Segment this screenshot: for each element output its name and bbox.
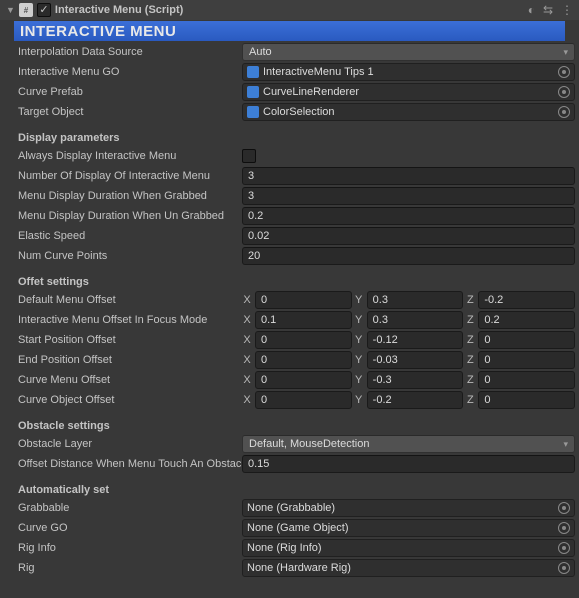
start-offset-x[interactable]: 0 (255, 331, 352, 349)
curve-prefab-field[interactable]: CurveLineRenderer (242, 83, 575, 101)
object-picker-icon[interactable] (558, 522, 570, 534)
curve-obj-offset-y[interactable]: -0.2 (367, 391, 464, 409)
curve-menu-offset-y[interactable]: -0.3 (367, 371, 464, 389)
always-display-checkbox[interactable] (242, 149, 256, 163)
curve-prefab-label: Curve Prefab (18, 86, 242, 98)
object-picker-icon[interactable] (558, 86, 570, 98)
layer-dropdown[interactable]: Default, MouseDetection (242, 435, 575, 453)
script-icon: # (19, 3, 33, 17)
target-object-label: Target Object (18, 106, 242, 118)
default-offset-y[interactable]: 0.3 (367, 291, 464, 309)
dur-ungrabbed-input[interactable]: 0.2 (242, 207, 575, 225)
object-picker-icon[interactable] (558, 502, 570, 514)
start-offset-label: Start Position Offset (18, 334, 242, 346)
foldout-toggle[interactable]: ▼ (6, 5, 15, 15)
title-banner: INTERACTIVE MENU (14, 21, 565, 41)
x-label: X (242, 294, 252, 306)
rig-info-label: Rig Info (18, 542, 242, 554)
rig-label: Rig (18, 562, 242, 574)
start-offset-y[interactable]: -0.12 (367, 331, 464, 349)
interpolation-dropdown[interactable]: Auto (242, 43, 575, 61)
target-object-field[interactable]: ColorSelection (242, 103, 575, 121)
component-title: Interactive Menu (Script) (55, 4, 524, 16)
focus-offset-label: Interactive Menu Offset In Focus Mode (18, 314, 242, 326)
gameobject-icon (247, 86, 259, 98)
dur-ungrabbed-label: Menu Display Duration When Un Grabbed (18, 210, 242, 222)
interpolation-label: Interpolation Data Source (18, 46, 242, 58)
grabbable-field[interactable]: None (Grabbable) (242, 499, 575, 517)
obstacle-section-header: Obstacle settings (4, 410, 575, 434)
object-picker-icon[interactable] (558, 66, 570, 78)
object-picker-icon[interactable] (558, 542, 570, 554)
curve-pts-input[interactable]: 20 (242, 247, 575, 265)
curve-menu-offset-z[interactable]: 0 (478, 371, 575, 389)
enable-checkbox[interactable] (37, 3, 51, 17)
component-header: ▼ # Interactive Menu (Script) ◐ ⇆ ⋮ (0, 0, 579, 20)
rig-field[interactable]: None (Hardware Rig) (242, 559, 575, 577)
object-picker-icon[interactable] (558, 106, 570, 118)
dur-grabbed-label: Menu Display Duration When Grabbed (18, 190, 242, 202)
curve-menu-offset-x[interactable]: 0 (255, 371, 352, 389)
menu-icon[interactable]: ⋮ (561, 3, 573, 17)
gameobject-icon (247, 66, 259, 78)
end-offset-x[interactable]: 0 (255, 351, 352, 369)
menu-go-field[interactable]: InteractiveMenu Tips 1 (242, 63, 575, 81)
always-display-label: Always Display Interactive Menu (18, 150, 242, 162)
elastic-input[interactable]: 0.02 (242, 227, 575, 245)
focus-offset-z[interactable]: 0.2 (478, 311, 575, 329)
curve-pts-label: Num Curve Points (18, 250, 242, 262)
menu-go-label: Interactive Menu GO (18, 66, 242, 78)
num-display-input[interactable]: 3 (242, 167, 575, 185)
offset-section-header: Offet settings (4, 266, 575, 290)
grabbable-label: Grabbable (18, 502, 242, 514)
layer-label: Obstacle Layer (18, 438, 242, 450)
offset-dist-label: Offset Distance When Menu Touch An Obsta… (18, 458, 242, 470)
z-label: Z (465, 294, 475, 306)
focus-offset-x[interactable]: 0.1 (255, 311, 352, 329)
help-icon[interactable]: ◐ (528, 3, 535, 17)
dur-grabbed-input[interactable]: 3 (242, 187, 575, 205)
curve-go-label: Curve GO (18, 522, 242, 534)
gameobject-icon (247, 106, 259, 118)
y-label: Y (354, 294, 364, 306)
curve-obj-offset-label: Curve Object Offset (18, 394, 242, 406)
presets-icon[interactable]: ⇆ (543, 3, 553, 17)
curve-menu-offset-label: Curve Menu Offset (18, 374, 242, 386)
end-offset-z[interactable]: 0 (478, 351, 575, 369)
display-section-header: Display parameters (4, 122, 575, 146)
end-offset-label: End Position Offset (18, 354, 242, 366)
curve-obj-offset-x[interactable]: 0 (255, 391, 352, 409)
object-picker-icon[interactable] (558, 562, 570, 574)
offset-dist-input[interactable]: 0.15 (242, 455, 575, 473)
rig-info-field[interactable]: None (Rig Info) (242, 539, 575, 557)
auto-section-header: Automatically set (4, 474, 575, 498)
elastic-label: Elastic Speed (18, 230, 242, 242)
default-offset-label: Default Menu Offset (18, 294, 242, 306)
end-offset-y[interactable]: -0.03 (367, 351, 464, 369)
default-offset-x[interactable]: 0 (255, 291, 352, 309)
header-icons: ◐ ⇆ ⋮ (528, 3, 573, 17)
default-offset-z[interactable]: -0.2 (478, 291, 575, 309)
curve-go-field[interactable]: None (Game Object) (242, 519, 575, 537)
curve-obj-offset-z[interactable]: 0 (478, 391, 575, 409)
start-offset-z[interactable]: 0 (478, 331, 575, 349)
num-display-label: Number Of Display Of Interactive Menu (18, 170, 242, 182)
focus-offset-y[interactable]: 0.3 (367, 311, 464, 329)
